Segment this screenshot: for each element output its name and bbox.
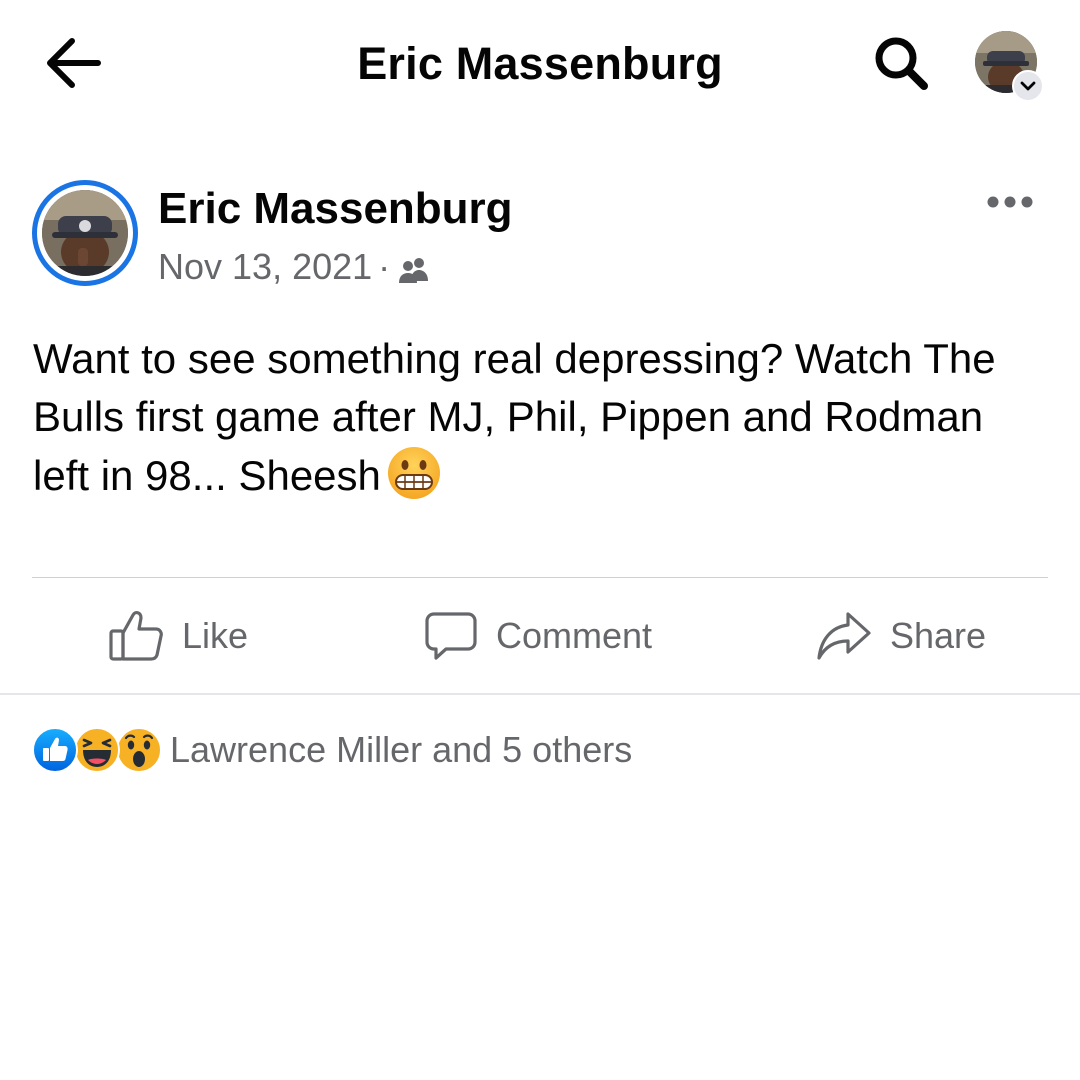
share-button[interactable]: Share	[816, 580, 986, 692]
profile-menu-badge	[1012, 70, 1044, 102]
profile-menu-button[interactable]	[972, 28, 1048, 104]
thumbs-up-icon	[109, 611, 163, 661]
divider	[0, 693, 1080, 695]
friends-icon	[399, 258, 429, 283]
share-arrow-icon	[817, 612, 871, 660]
author-avatar-button[interactable]	[32, 180, 138, 286]
top-bar: Eric Massenburg	[0, 0, 1080, 128]
meta-separator: ·	[378, 246, 391, 287]
post-meta: Nov 13, 2021 ·	[158, 246, 430, 290]
like-label: Like	[182, 615, 249, 656]
post-actions: Like Comment Share	[0, 580, 1080, 692]
post-options-button[interactable]	[974, 186, 1046, 220]
like-reaction-icon	[32, 727, 78, 773]
like-button[interactable]: Like	[108, 580, 248, 692]
share-label: Share	[890, 615, 987, 656]
post-header: Eric Massenburg Nov 13, 2021 ·	[0, 170, 1080, 300]
author-name[interactable]: Eric Massenburg	[158, 184, 513, 234]
wow-reaction-icon	[116, 727, 162, 773]
post-page: Eric Massenburg Eric Massenburg Nov 13, …	[0, 0, 1080, 1080]
haha-reaction-icon	[74, 727, 120, 773]
reactions-text: Lawrence Miller and 5 others	[170, 729, 633, 770]
author-avatar	[42, 190, 128, 276]
comment-label: Comment	[496, 615, 653, 656]
chevron-down-icon	[1020, 81, 1036, 91]
post-body: Want to see something real depressing? W…	[33, 330, 1043, 505]
more-horizontal-icon	[987, 196, 1033, 208]
comment-icon	[425, 612, 477, 660]
divider	[32, 577, 1048, 578]
post-date[interactable]: Nov 13, 2021	[158, 246, 372, 287]
search-button[interactable]	[866, 28, 936, 98]
post-text: Want to see something real depressing? W…	[33, 335, 996, 499]
grimacing-face-emoji	[387, 447, 440, 499]
reactions-summary[interactable]: Lawrence Miller and 5 others	[32, 726, 632, 774]
search-icon	[875, 37, 928, 90]
comment-button[interactable]: Comment	[424, 580, 652, 692]
reaction-icons	[32, 727, 162, 773]
